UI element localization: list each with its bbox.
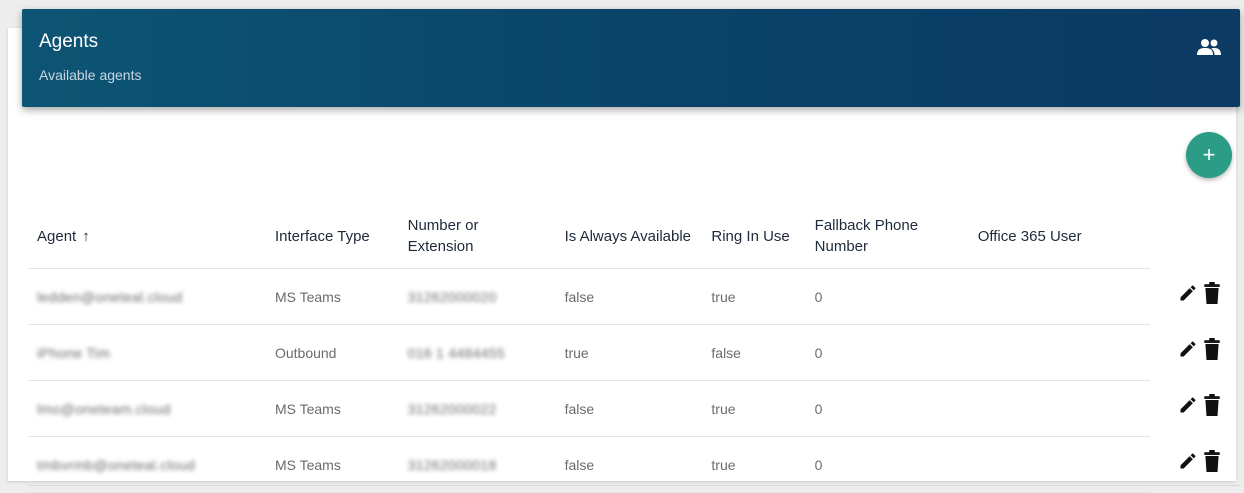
always-available-cell: false	[555, 268, 703, 325]
row-actions	[1178, 281, 1230, 309]
fallback-number-cell: 0	[805, 268, 969, 325]
interface-type-cell: Outbound	[265, 324, 399, 381]
agent-cell: iPhone Tim	[28, 324, 266, 381]
column-header-is-always-available[interactable]: Is Always Available	[555, 204, 703, 269]
trash-icon[interactable]	[1204, 337, 1220, 365]
office-365-user-cell	[968, 268, 1150, 325]
row-actions	[1178, 337, 1230, 365]
column-header-ring-in-use[interactable]: Ring In Use	[702, 204, 806, 269]
table-row[interactable]: iPhone Tim Outbound 016 1 4484455 true f…	[28, 324, 1150, 381]
pencil-icon[interactable]	[1178, 395, 1198, 420]
number-cell: 31262000020	[398, 268, 556, 325]
trash-icon[interactable]	[1204, 449, 1220, 477]
number-cell: 31262000022	[398, 380, 556, 437]
column-header-office-365-user[interactable]: Office 365 User	[968, 204, 1150, 269]
table-row[interactable]: lmo@oneteam.cloud MS Teams 31262000022 f…	[28, 380, 1150, 437]
ring-in-use-cell: false	[702, 324, 806, 381]
agent-cell: ledden@oneteal.cloud	[28, 268, 266, 325]
agents-table: Agent ↑ Interface Type Number or Extensio…	[28, 204, 1150, 493]
pencil-icon[interactable]	[1178, 339, 1198, 364]
ring-in-use-cell: true	[702, 380, 806, 437]
fallback-number-cell: 0	[805, 380, 969, 437]
office-365-user-cell	[968, 380, 1150, 437]
agent-cell: lmo@oneteam.cloud	[28, 380, 266, 437]
always-available-cell: true	[555, 324, 703, 381]
office-365-user-cell	[968, 324, 1150, 381]
column-header-number-or-extension[interactable]: Number or Extension	[398, 204, 556, 269]
add-agent-button[interactable]: +	[1186, 132, 1232, 178]
page-subtitle: Available agents	[39, 67, 142, 83]
pencil-icon[interactable]	[1178, 283, 1198, 308]
page-title: Agents	[39, 31, 99, 52]
table-header-row: Agent ↑ Interface Type Number or Extensio…	[28, 204, 1150, 269]
pencil-icon[interactable]	[1178, 451, 1198, 476]
ring-in-use-cell: true	[702, 268, 806, 325]
column-header-agent[interactable]: Agent ↑	[28, 204, 266, 269]
trash-icon[interactable]	[1204, 281, 1220, 309]
interface-type-cell: MS Teams	[265, 380, 399, 437]
people-icon	[1197, 39, 1221, 55]
fallback-number-cell: 0	[805, 324, 969, 381]
agents-header: Agents Available agents	[22, 9, 1240, 107]
always-available-cell: false	[555, 380, 703, 437]
sort-ascending-icon[interactable]: ↑	[82, 228, 90, 245]
table-row[interactable]: ledden@oneteal.cloud MS Teams 3126200002…	[28, 268, 1150, 325]
interface-type-cell: MS Teams	[265, 268, 399, 325]
divider	[28, 485, 1240, 486]
trash-icon[interactable]	[1204, 393, 1220, 421]
row-actions	[1178, 393, 1230, 421]
row-actions	[1178, 449, 1230, 477]
column-header-fallback-phone-number[interactable]: Fallback Phone Number	[805, 204, 969, 269]
number-cell: 016 1 4484455	[398, 324, 556, 381]
column-header-interface-type[interactable]: Interface Type	[265, 204, 399, 269]
